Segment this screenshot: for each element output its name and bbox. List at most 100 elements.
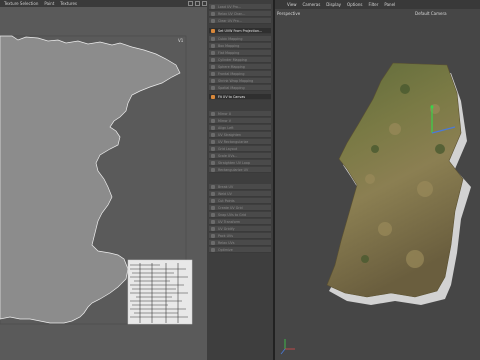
viewport-menu-view[interactable]: View <box>287 2 297 7</box>
command-label: UV Transform <box>218 220 241 224</box>
command-icon <box>211 241 215 245</box>
command-label: Pack UVs <box>218 234 234 238</box>
command-icon <box>211 185 215 189</box>
command-icon <box>211 147 215 151</box>
command-item[interactable]: UV Gridify <box>209 226 271 232</box>
command-item[interactable]: UV Straighten <box>209 132 271 138</box>
origin-z <box>280 348 286 355</box>
viewport-menu-cameras[interactable]: Cameras <box>303 2 321 7</box>
command-label: Relax UV Chan... <box>218 12 246 16</box>
command-item[interactable]: UV Rectangularize <box>209 139 271 145</box>
command-item[interactable]: Create UV Grid <box>209 205 271 211</box>
command-item[interactable]: Scale UVs... <box>209 153 271 159</box>
command-label: Weld UV <box>218 192 232 196</box>
command-label: Relax UVs <box>218 241 235 245</box>
command-label: Cut Points <box>218 199 235 203</box>
command-item[interactable]: Cubic Mapping <box>209 36 271 42</box>
command-item[interactable]: Flat Mapping <box>209 50 271 56</box>
command-item[interactable]: Cylinder Mapping <box>209 57 271 63</box>
uv-packed-islands <box>127 259 193 325</box>
viewport-menu-options[interactable]: Options <box>347 2 362 7</box>
viewport-scene <box>280 62 471 355</box>
menu-texture-selection[interactable]: Texture Selection <box>4 1 38 6</box>
command-item[interactable]: Snap UVs to Grid <box>209 212 271 218</box>
nav-icons <box>188 1 207 6</box>
command-icon <box>211 227 215 231</box>
command-label: Optimize <box>218 248 233 252</box>
command-item[interactable]: Frontal Mapping <box>209 71 271 77</box>
command-item[interactable]: Rectangularize UV <box>209 167 271 173</box>
command-item[interactable]: Mirror U <box>209 111 271 117</box>
command-icon <box>211 95 215 99</box>
command-icon <box>211 161 215 165</box>
command-label: Cubic Mapping <box>218 37 243 41</box>
command-item[interactable]: Clear UV Pro... <box>209 18 271 24</box>
command-icon <box>211 86 215 90</box>
command-icon <box>211 37 215 41</box>
menu-paint[interactable]: Paint <box>44 1 54 6</box>
terrain-mesh <box>326 62 464 298</box>
command-item[interactable]: Mirror V <box>209 118 271 124</box>
command-item[interactable]: Fit UV to Canvas <box>209 94 271 100</box>
uv-canvas[interactable]: V1 <box>0 7 207 360</box>
uv-tile-label: V1 <box>178 38 184 43</box>
command-icon <box>211 126 215 130</box>
viewport-menu-display[interactable]: Display <box>326 2 341 7</box>
command-icon <box>211 206 215 210</box>
command-item[interactable]: Sphere Mapping <box>209 64 271 70</box>
command-item[interactable]: Break UV <box>209 184 271 190</box>
command-icon <box>211 168 215 172</box>
command-label: Align Left <box>218 126 234 130</box>
command-icon <box>211 72 215 76</box>
command-item[interactable]: Load UV Pro... <box>209 4 271 10</box>
command-label: Mirror V <box>218 119 232 123</box>
command-icon <box>211 44 215 48</box>
command-icon <box>211 248 215 252</box>
command-item[interactable]: Straighten UV Loop <box>209 160 271 166</box>
3d-viewport[interactable]: Perspective Default Camera <box>275 9 480 360</box>
command-item[interactable]: Shrink Wrap Mapping <box>209 78 271 84</box>
move-view-icon[interactable] <box>188 1 193 6</box>
command-label: Rectangularize UV <box>218 168 249 172</box>
command-icon <box>211 234 215 238</box>
command-icon <box>211 65 215 69</box>
command-item[interactable]: Relax UV Chan... <box>209 11 271 17</box>
command-label: Create UV Grid <box>218 206 243 210</box>
command-item[interactable]: Weld UV <box>209 191 271 197</box>
command-label: Frontal Mapping <box>218 72 245 76</box>
command-label: UV Gridify <box>218 227 235 231</box>
command-label: Mirror U <box>218 112 232 116</box>
command-item[interactable]: Optimize <box>209 247 271 253</box>
command-icon <box>211 119 215 123</box>
command-item[interactable]: Relax UVs <box>209 240 271 246</box>
command-label: Flat Mapping <box>218 51 240 55</box>
command-label: Cylinder Mapping <box>218 58 247 62</box>
command-item[interactable]: Set UVW From Projection... <box>209 28 271 34</box>
command-item[interactable]: Pack UVs <box>209 233 271 239</box>
menu-textures[interactable]: Textures <box>60 1 77 6</box>
command-icon <box>211 29 215 33</box>
command-icon <box>211 58 215 62</box>
command-item[interactable]: Align Left <box>209 125 271 131</box>
command-label: Grid Layout <box>218 147 238 151</box>
viewport-menubar: View Cameras Display Options Filter Pane… <box>275 0 480 9</box>
command-label: Shrink Wrap Mapping <box>218 79 254 83</box>
command-item[interactable]: Cut Points <box>209 198 271 204</box>
command-label: Sphere Mapping <box>218 65 245 69</box>
command-icon <box>211 213 215 217</box>
command-item[interactable]: Box Mapping <box>209 43 271 49</box>
viewport-menu-panel[interactable]: Panel <box>384 2 395 7</box>
command-icon <box>211 199 215 203</box>
command-item[interactable]: Spatial Mapping <box>209 85 271 91</box>
command-label: UV Straighten <box>218 133 241 137</box>
command-icon <box>211 220 215 224</box>
command-icon <box>211 12 215 16</box>
command-icon <box>211 140 215 144</box>
command-item[interactable]: UV Transform <box>209 219 271 225</box>
zoom-view-icon[interactable] <box>195 1 200 6</box>
uv-canvas-svg <box>0 35 193 325</box>
command-item[interactable]: Grid Layout <box>209 146 271 152</box>
viewport-menu-filter[interactable]: Filter <box>368 2 378 7</box>
command-label: UV Rectangularize <box>218 140 249 144</box>
command-icon <box>211 79 215 83</box>
